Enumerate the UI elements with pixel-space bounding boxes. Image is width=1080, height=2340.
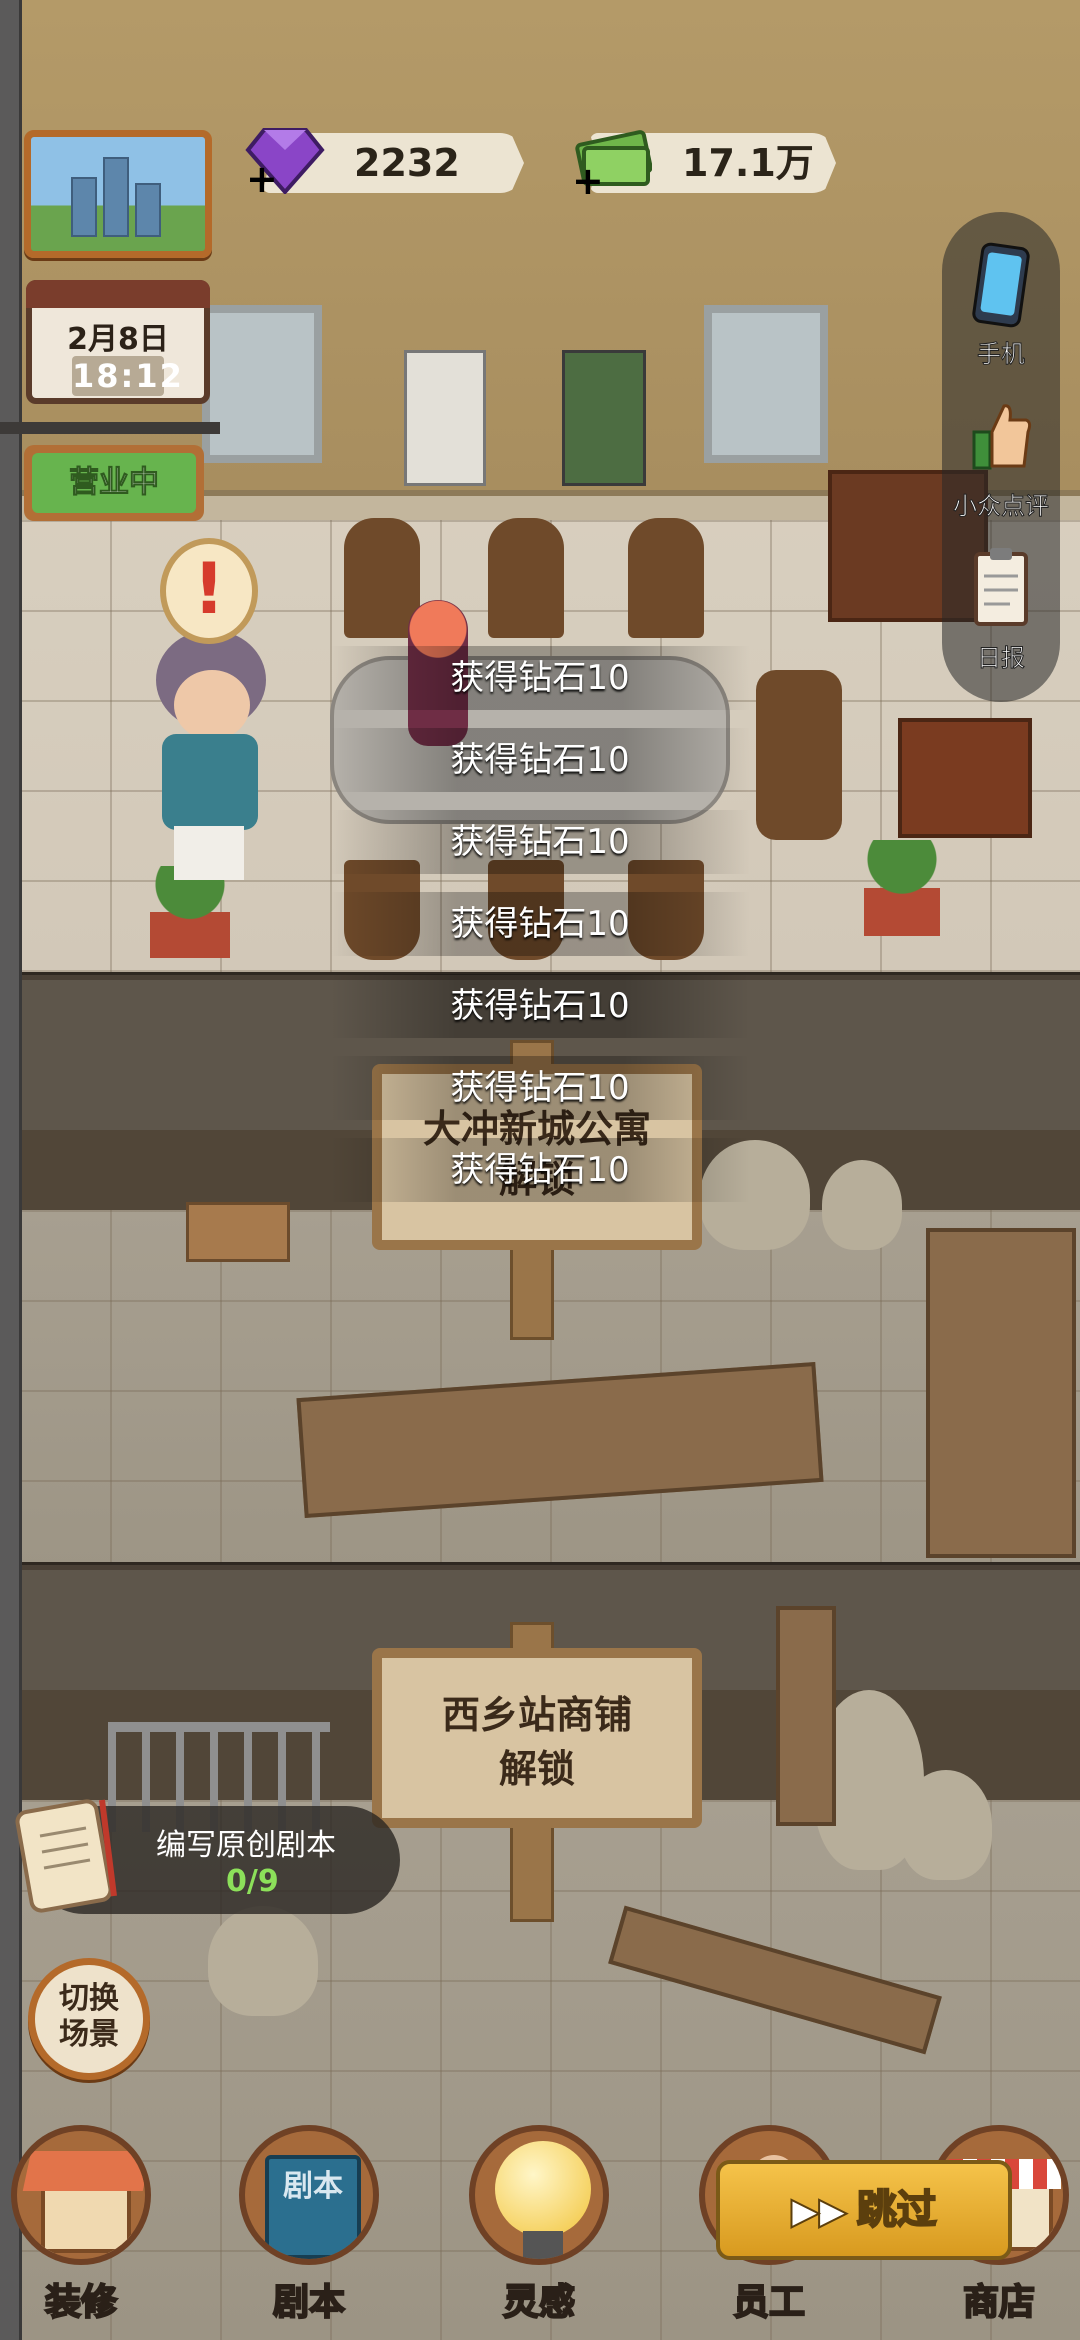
nav-script[interactable]: 剧本 剧本 [234,2125,384,2340]
cardboard-box [186,1202,290,1262]
sack [822,1160,902,1250]
gem-plus-icon[interactable]: + [246,157,278,194]
daily-report-label: 日报 [977,644,1026,673]
wall-calendar-green [562,350,646,486]
script-book-title: 剧本 [265,2155,361,2259]
daily-report-button[interactable]: 日报 [942,544,1060,673]
cash-plus-icon[interactable]: + [572,159,604,196]
locked-sign-shop[interactable]: 西乡站商铺 解锁 [372,1648,702,1828]
fast-forward-icon: ▶▶ [790,2190,847,2233]
reward-toast: 获得钻石10 [330,892,750,956]
nav-shop-label: 商店 [962,2281,1036,2324]
business-status-label: 营业中 [32,453,196,513]
nav-staff-label: 员工 [732,2281,806,2324]
wall-calendar-grey [404,350,486,486]
gem-icon: + [245,128,325,194]
building-pillar [0,0,22,2340]
script-book-icon: 剧本 [239,2125,379,2265]
nav-script-label: 剧本 [272,2281,346,2324]
switch-scene-button[interactable]: 切换 场景 [28,1958,150,2080]
reward-toast: 获得钻石10 [330,646,750,710]
review-button[interactable]: 小众点评 [942,392,1060,521]
customer-character[interactable] [140,630,280,880]
window-left [202,305,322,463]
alert-bubble[interactable]: ! [160,538,258,644]
reward-toast: 获得钻石10 [330,1138,750,1202]
reward-toast: 获得钻石10 [330,1056,750,1120]
unlock-label: 解锁 [498,1747,575,1791]
side-table [898,718,1032,838]
sack [208,1906,318,2016]
gem-count: 2232 [354,141,460,185]
phone-label: 手机 [977,340,1026,369]
skip-button[interactable]: ▶▶ 跳过 [716,2160,1012,2260]
reward-toast: 获得钻石10 [330,810,750,874]
nav-inspiration[interactable]: 灵感 [464,2125,614,2340]
reward-toast: 获得钻石10 [330,728,750,792]
task-progress: 0/9 [226,1864,279,1899]
sack [900,1770,992,1880]
date-calendar: 2月8日 18:12 [26,280,210,404]
thumbs-up-icon [972,404,1032,470]
switch-scene-label-1: 切换 [59,1981,119,2016]
right-side-menu: 手机 小众点评 日报 [942,212,1060,702]
lightbulb-icon [469,2125,609,2265]
clipboard-icon [974,548,1028,626]
nav-decorate[interactable]: 装修 [6,2125,156,2340]
chair [488,518,564,638]
locked-location-name: 西乡站商铺 [441,1693,632,1737]
clock-time: 18:12 [72,356,184,396]
task-title: 编写原创剧本 [156,1828,336,1863]
wood-plank [776,1606,836,1826]
review-label: 小众点评 [953,492,1050,521]
nav-decorate-label: 装修 [44,2281,118,2324]
skip-label: 跳过 [856,2186,938,2234]
nav-inspiration-label: 灵感 [502,2281,576,2324]
house-icon [11,2125,151,2265]
old-desk [926,1228,1076,1558]
cash-icon: + [572,130,652,196]
window-right [704,305,828,463]
cash-count: 17.1万 [682,141,814,185]
phone-button[interactable]: 手机 [942,240,1060,369]
chair [628,518,704,638]
scroll-quill-icon[interactable] [6,1786,136,1926]
sign-hanger [0,422,220,434]
business-status-sign[interactable]: 营业中 [24,445,204,521]
chair [756,670,842,840]
switch-scene-label-2: 场景 [59,2017,119,2052]
calendar-date: 2月8日 [67,322,169,357]
reward-toast: 获得钻石10 [330,974,750,1038]
phone-icon [972,242,1030,328]
potted-plant [864,840,940,936]
scene-thumbnail[interactable] [24,130,212,258]
